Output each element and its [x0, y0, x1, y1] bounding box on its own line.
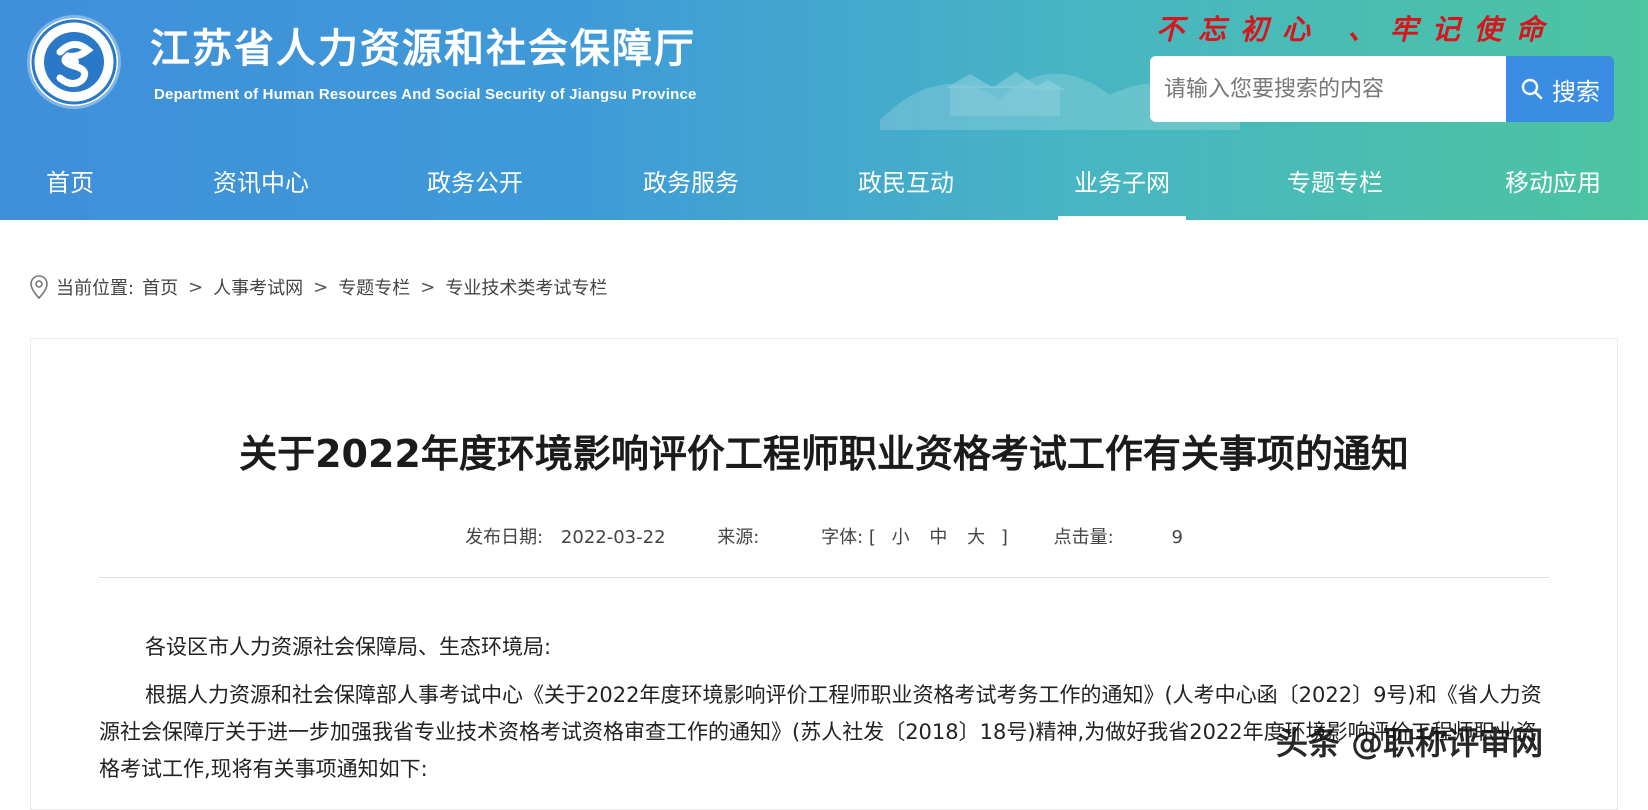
breadcrumb-link-exam-site[interactable]: 人事考试网	[213, 274, 303, 300]
breadcrumb-link-professional-exams[interactable]: 专业技术类考试专栏	[445, 274, 607, 300]
search-input[interactable]	[1150, 56, 1506, 122]
source-label: 来源:	[717, 527, 760, 548]
nav-item-topics[interactable]: 专题专栏	[1274, 148, 1396, 220]
nav-item-government-services[interactable]: 政务服务	[630, 148, 752, 220]
watermark: 头条 @职称评审网	[1276, 724, 1544, 762]
article-meta: 发布日期: 2022-03-22 来源: 字体: [ 小 中 大 ] 点击量: …	[31, 523, 1617, 549]
breadcrumb: 当前位置: 首页 > 人事考试网 > 专题专栏 > 专业技术类考试专栏	[30, 274, 607, 300]
nav-item-interaction[interactable]: 政民互动	[845, 148, 967, 220]
location-pin-icon	[30, 275, 48, 299]
font-size-small[interactable]: 小	[892, 527, 910, 548]
site-header: 江苏省人力资源和社会保障厅 Department of Human Resour…	[0, 0, 1648, 220]
font-size-bracket-close: ]	[1000, 527, 1008, 548]
breadcrumb-prefix: 当前位置:	[56, 278, 135, 299]
article-title: 关于2022年度环境影响评价工程师职业资格考试工作有关事项的通知	[239, 432, 1409, 476]
breadcrumb-separator: >	[420, 276, 436, 298]
breadcrumb-separator: >	[313, 276, 329, 298]
nav-item-business-subsites[interactable]: 业务子网	[1058, 148, 1186, 220]
slogan: 不忘初心 、牢记使命	[1156, 13, 1558, 46]
font-size-bracket-open: [	[868, 527, 876, 548]
click-count-label: 点击量:	[1053, 527, 1114, 548]
publish-date-label: 发布日期:	[465, 527, 544, 548]
divider	[99, 577, 1549, 578]
font-size-medium[interactable]: 中	[929, 527, 947, 548]
search-button[interactable]: 搜索	[1506, 56, 1614, 122]
nav-item-open-government[interactable]: 政务公开	[414, 148, 536, 220]
breadcrumb-link-home[interactable]: 首页	[142, 274, 178, 300]
breadcrumb-link-topics[interactable]: 专题专栏	[338, 274, 410, 300]
breadcrumb-separator: >	[188, 276, 204, 298]
search-button-label: 搜索	[1552, 77, 1600, 106]
main-nav: 首页 资讯中心 政务公开 政务服务 政民互动 业务子网 专题专栏 移动应用	[0, 148, 1648, 220]
font-size-label: 字体:	[821, 527, 864, 548]
search-icon	[1521, 78, 1543, 100]
click-count: 9	[1171, 527, 1183, 548]
publish-date: 2022-03-22	[560, 527, 666, 548]
nav-item-home[interactable]: 首页	[24, 148, 116, 220]
ministry-logo[interactable]	[30, 18, 118, 106]
site-subtitle: Department of Human Resources And Social…	[154, 86, 697, 103]
site-title: 江苏省人力资源和社会保障厅	[150, 26, 696, 72]
emblem-icon	[31, 19, 117, 105]
font-size-large[interactable]: 大	[967, 527, 985, 548]
nav-item-mobile-apps[interactable]: 移动应用	[1488, 148, 1618, 220]
article-salutation: 各设区市人力资源社会保障局、生态环境局:	[145, 635, 552, 659]
nav-item-news[interactable]: 资讯中心	[200, 148, 322, 220]
